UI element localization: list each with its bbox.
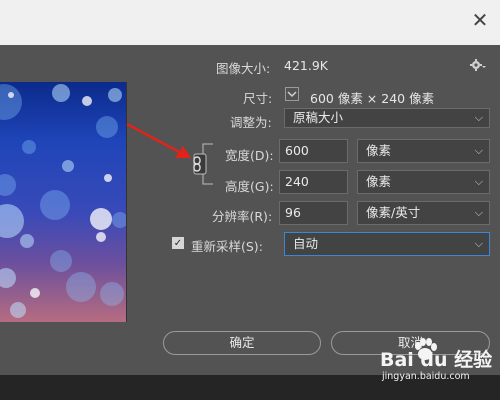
resample-value: 自动 — [293, 236, 319, 251]
dimensions-chevron-icon[interactable] — [285, 87, 299, 101]
annotation-arrow — [126, 122, 191, 158]
watermark-brand: Bai du 经验 — [380, 349, 493, 371]
width-unit-value: 像素 — [366, 143, 392, 158]
baidu-watermark: Bai du 经验 jingyan.baidu.com — [378, 337, 496, 397]
width-input[interactable]: 600 — [279, 139, 348, 163]
chevron-down-icon: ⌵ — [474, 206, 483, 219]
height-label: 高度(G): — [225, 179, 274, 194]
fit-to-select[interactable]: 原稿大小 ⌵ — [284, 108, 490, 128]
image-size-label: 图像大小: — [216, 61, 271, 76]
resolution-input[interactable]: 96 — [279, 201, 348, 225]
close-icon[interactable]: ✕ — [468, 8, 492, 32]
fit-to-label: 调整为: — [230, 115, 272, 130]
gear-icon[interactable] — [468, 56, 486, 74]
resample-label: 重新采样(S): — [191, 239, 263, 254]
resolution-unit-value: 像素/英寸 — [366, 205, 421, 220]
image-size-value: 421.9K — [284, 58, 328, 73]
chevron-down-icon: ⌵ — [474, 111, 483, 124]
watermark-url: jingyan.baidu.com — [382, 371, 470, 382]
dimensions-value: 600 像素 × 240 像素 — [310, 91, 435, 106]
width-unit-select[interactable]: 像素 ⌵ — [357, 139, 490, 163]
resample-checkbox[interactable]: ✓ — [172, 237, 184, 249]
chevron-down-icon: ⌵ — [474, 175, 483, 188]
resample-select[interactable]: 自动 ⌵ — [284, 232, 490, 256]
ok-button[interactable]: 确定 — [163, 331, 321, 355]
height-unit-select[interactable]: 像素 ⌵ — [357, 170, 490, 194]
image-preview — [0, 82, 127, 322]
chevron-down-icon: ⌵ — [474, 144, 483, 157]
height-unit-value: 像素 — [366, 174, 392, 189]
height-input[interactable]: 240 — [279, 170, 348, 194]
dialog-titlebar — [0, 0, 500, 45]
resolution-unit-select[interactable]: 像素/英寸 ⌵ — [357, 201, 490, 225]
fit-to-value: 原稿大小 — [293, 110, 344, 125]
resolution-label: 分辨率(R): — [212, 209, 273, 224]
dimensions-label: 尺寸: — [243, 91, 273, 106]
chevron-down-icon: ⌵ — [474, 237, 483, 250]
width-label: 宽度(D): — [225, 148, 274, 163]
